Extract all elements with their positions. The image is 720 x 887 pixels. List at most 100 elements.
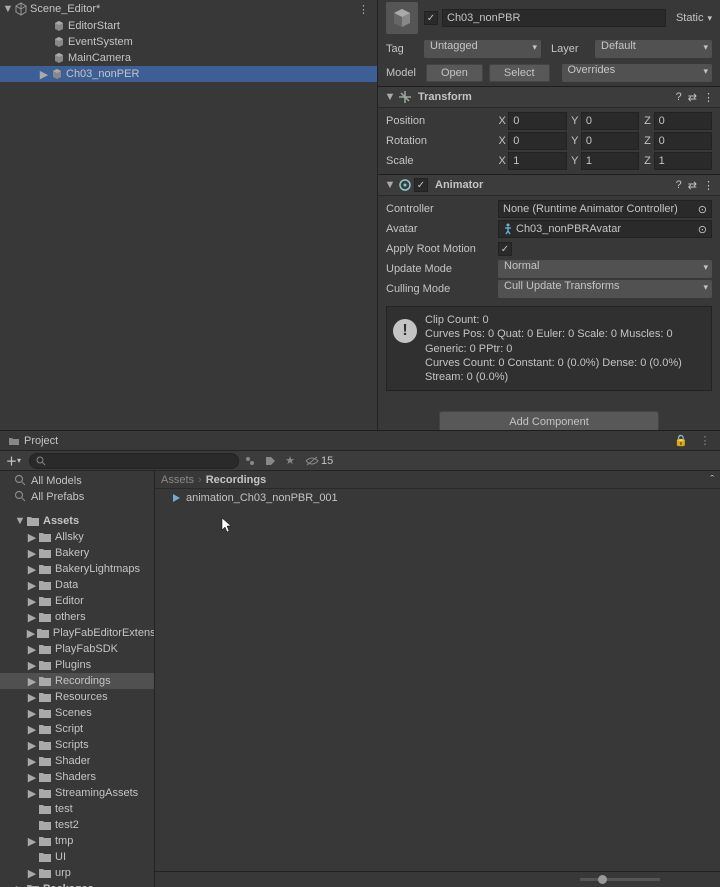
assets-foldout-icon[interactable]: ▼ xyxy=(14,515,26,527)
folder-item[interactable]: ▶StreamingAssets xyxy=(0,785,154,801)
folder-foldout-icon[interactable]: ▶ xyxy=(26,739,38,752)
folder-item[interactable]: UI xyxy=(0,849,154,865)
breadcrumb-assets[interactable]: Assets xyxy=(161,474,194,486)
create-asset-button[interactable]: ＋▾ xyxy=(4,453,23,469)
folder-item[interactable]: ▶PlayFabEditorExtensions xyxy=(0,625,154,641)
folder-item[interactable]: ▶tmp xyxy=(0,833,154,849)
folder-item[interactable]: ▶Scenes xyxy=(0,705,154,721)
rotation-x-input[interactable] xyxy=(508,132,566,150)
folder-item[interactable]: ▶Script xyxy=(0,721,154,737)
hierarchy-item[interactable]: MainCamera xyxy=(0,50,377,66)
transform-foldout-icon[interactable]: ▼ xyxy=(384,91,396,103)
animator-component-header[interactable]: ▼ Animator ? ⇄ ⋮ xyxy=(378,174,720,196)
foldout-icon[interactable]: ▶ xyxy=(38,68,50,81)
animator-help-icon[interactable]: ? xyxy=(676,179,682,192)
filter-by-label-icon[interactable] xyxy=(261,453,279,469)
folder-item[interactable]: ▶Bakery xyxy=(0,545,154,561)
assets-root[interactable]: ▼ Assets xyxy=(0,513,154,529)
folder-item[interactable]: ▶Shaders xyxy=(0,769,154,785)
model-open-button[interactable]: Open xyxy=(426,64,483,82)
panel-more-icon[interactable]: ⋮ xyxy=(696,433,714,449)
packages-foldout-icon[interactable]: ▶ xyxy=(14,883,26,887)
folder-item[interactable]: test xyxy=(0,801,154,817)
animator-enable-checkbox[interactable] xyxy=(414,178,428,192)
hierarchy-item[interactable]: ▶Ch03_nonPER xyxy=(0,66,377,82)
hierarchy-item[interactable]: EditorStart xyxy=(0,18,377,34)
folder-foldout-icon[interactable]: ▶ xyxy=(26,643,38,656)
folder-foldout-icon[interactable]: ▶ xyxy=(26,547,38,560)
folder-foldout-icon[interactable]: ▶ xyxy=(26,771,38,784)
scale-z-input[interactable] xyxy=(654,152,712,170)
folder-item[interactable]: ▶Resources xyxy=(0,689,154,705)
folder-foldout-icon[interactable]: ▶ xyxy=(26,627,36,640)
gameobject-active-checkbox[interactable] xyxy=(424,11,438,25)
filter-by-type-icon[interactable] xyxy=(241,453,259,469)
rotation-z-input[interactable] xyxy=(654,132,712,150)
folder-item[interactable]: ▶PlayFabSDK xyxy=(0,641,154,657)
update-mode-dropdown[interactable]: Normal xyxy=(498,260,712,278)
folder-item[interactable]: ▶Scripts xyxy=(0,737,154,753)
folder-foldout-icon[interactable]: ▶ xyxy=(26,579,38,592)
folder-item[interactable]: ▶BakeryLightmaps xyxy=(0,561,154,577)
favorite-star-icon[interactable]: ★ xyxy=(281,453,299,469)
folder-foldout-icon[interactable]: ▶ xyxy=(26,835,38,848)
folder-foldout-icon[interactable]: ▶ xyxy=(26,563,38,576)
model-select-button[interactable]: Select xyxy=(489,64,550,82)
transform-more-icon[interactable]: ⋮ xyxy=(703,91,714,104)
avatar-picker-icon[interactable]: ⊙ xyxy=(698,223,707,236)
folder-foldout-icon[interactable]: ▶ xyxy=(26,755,38,768)
apply-root-checkbox[interactable] xyxy=(498,242,512,256)
folder-foldout-icon[interactable]: ▶ xyxy=(26,867,38,880)
gameobject-cube-icon[interactable] xyxy=(386,2,418,34)
folder-foldout-icon[interactable]: ▶ xyxy=(26,659,38,672)
static-dropdown-icon[interactable]: ▾ xyxy=(707,13,712,24)
folder-foldout-icon[interactable]: ▶ xyxy=(26,675,38,688)
animator-foldout-icon[interactable]: ▼ xyxy=(384,179,396,191)
folder-foldout-icon[interactable]: ▶ xyxy=(26,691,38,704)
folder-item[interactable]: ▶Shader xyxy=(0,753,154,769)
controller-picker-icon[interactable]: ⊙ xyxy=(698,203,707,216)
folder-foldout-icon[interactable]: ▶ xyxy=(26,707,38,720)
folder-item[interactable]: ▶Editor xyxy=(0,593,154,609)
folder-foldout-icon[interactable]: ▶ xyxy=(26,723,38,736)
controller-object-field[interactable]: None (Runtime Animator Controller) ⊙ xyxy=(498,200,712,218)
position-z-input[interactable] xyxy=(654,112,712,130)
position-y-input[interactable] xyxy=(581,112,639,130)
scale-x-input[interactable] xyxy=(508,152,566,170)
culling-mode-dropdown[interactable]: Cull Update Transforms xyxy=(498,280,712,298)
folder-foldout-icon[interactable]: ▶ xyxy=(26,595,38,608)
folder-foldout-icon[interactable]: ▶ xyxy=(26,531,38,544)
project-search-input[interactable] xyxy=(29,453,239,469)
folder-item[interactable]: ▶Plugins xyxy=(0,657,154,673)
thumbnail-size-slider[interactable] xyxy=(155,871,720,887)
tag-dropdown[interactable]: Untagged xyxy=(424,40,541,58)
transform-help-icon[interactable]: ? xyxy=(676,91,682,104)
folder-foldout-icon[interactable]: ▶ xyxy=(26,611,38,624)
favorite-item[interactable]: All Models xyxy=(0,473,154,489)
folder-foldout-icon[interactable]: ▶ xyxy=(26,787,38,800)
transform-component-header[interactable]: ▼ Transform ? ⇄ ⋮ xyxy=(378,86,720,108)
overrides-dropdown[interactable]: Overrides xyxy=(562,64,713,82)
scene-foldout-icon[interactable]: ▼ xyxy=(2,3,14,15)
hierarchy-item[interactable]: EventSystem xyxy=(0,34,377,50)
hierarchy-more-icon[interactable]: ⋮ xyxy=(352,3,375,16)
packages-root[interactable]: ▶ Packages xyxy=(0,881,154,887)
hidden-count[interactable]: 15 xyxy=(305,455,333,467)
animator-preset-icon[interactable]: ⇄ xyxy=(688,179,697,192)
position-x-input[interactable] xyxy=(508,112,566,130)
breadcrumb-current[interactable]: Recordings xyxy=(206,474,267,486)
folder-item[interactable]: ▶others xyxy=(0,609,154,625)
folder-item[interactable]: ▶Allsky xyxy=(0,529,154,545)
scene-header[interactable]: ▼ Scene_Editor* ⋮ xyxy=(0,0,377,18)
folder-item[interactable]: test2 xyxy=(0,817,154,833)
project-tab[interactable]: Project xyxy=(0,431,66,450)
transform-preset-icon[interactable]: ⇄ xyxy=(688,91,697,104)
scale-y-input[interactable] xyxy=(581,152,639,170)
layer-dropdown[interactable]: Default xyxy=(595,40,712,58)
collapse-icon[interactable]: ˆ xyxy=(710,474,714,486)
animator-more-icon[interactable]: ⋮ xyxy=(703,179,714,192)
favorite-item[interactable]: All Prefabs xyxy=(0,489,154,505)
rotation-y-input[interactable] xyxy=(581,132,639,150)
folder-item[interactable]: ▶Data xyxy=(0,577,154,593)
asset-item[interactable]: animation_Ch03_nonPBR_001 xyxy=(155,489,720,507)
